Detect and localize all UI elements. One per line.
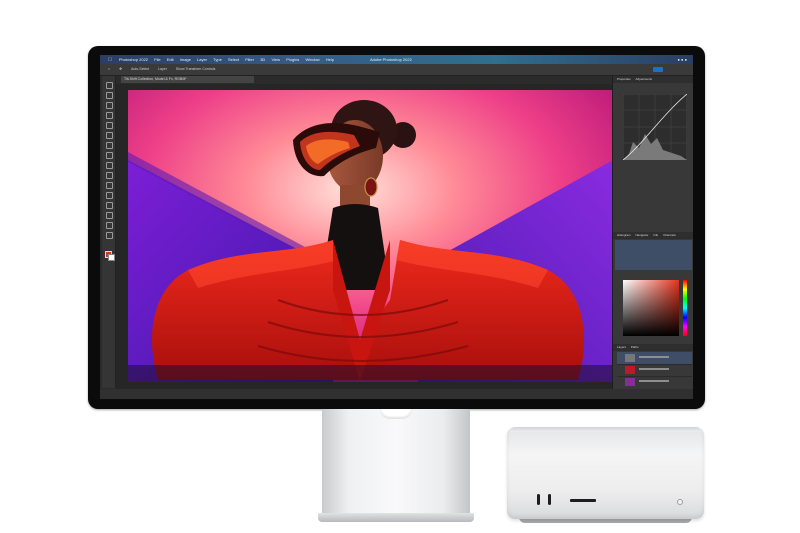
display-stand <box>322 409 470 513</box>
layer-select[interactable]: Layer <box>158 64 167 75</box>
background-color-swatch[interactable] <box>108 254 115 261</box>
home-icon[interactable]: ⌂ <box>108 64 110 75</box>
studio-display:  Photoshop 2022 File Edit Image Layer T… <box>88 46 705 409</box>
right-panels: Properties Adjustments Histogram Navigat… <box>612 76 693 389</box>
path-selection-tool-icon[interactable] <box>106 212 113 219</box>
menu-item-filter[interactable]: Filter <box>245 55 254 64</box>
tab-layers[interactable]: Layers <box>617 344 626 351</box>
menu-item-3d[interactable]: 3D <box>260 55 265 64</box>
layer-thumbnail <box>625 378 635 386</box>
status-icons: ● ● ● <box>677 57 687 62</box>
lasso-tool-icon[interactable] <box>106 102 113 109</box>
crop-tool-icon[interactable] <box>106 112 113 119</box>
move-tool-icon[interactable] <box>106 82 113 89</box>
display-screen:  Photoshop 2022 File Edit Image Layer T… <box>100 55 693 399</box>
photo-canvas <box>128 90 613 382</box>
layer-name <box>639 368 669 370</box>
menu-item-type[interactable]: Type <box>213 55 222 64</box>
document-tab[interactable]: Tilt-Shift Collection, Model & Fx, RGB/8… <box>121 76 254 83</box>
tools-panel <box>102 76 116 388</box>
auto-select-checkbox[interactable]: Auto-Select <box>131 64 149 75</box>
tab-channels[interactable]: Channels <box>663 232 676 239</box>
menu-item-select[interactable]: Select <box>228 55 239 64</box>
healing-tool-icon[interactable] <box>106 132 113 139</box>
mac-studio-top-edge <box>510 427 701 432</box>
menu-item-window[interactable]: Window <box>305 55 319 64</box>
color-picker-field[interactable] <box>623 280 679 336</box>
sd-card-slot <box>570 499 596 502</box>
pen-tool-icon[interactable] <box>106 192 113 199</box>
channels-panel-tabs: Histogram Navigator Info Channels <box>613 232 693 239</box>
layer-thumbnail <box>625 354 635 362</box>
tab-histogram[interactable]: Histogram <box>617 232 631 239</box>
menu-item-image[interactable]: Image <box>180 55 191 64</box>
hand-tool-icon[interactable] <box>106 222 113 229</box>
gradient-tool-icon[interactable] <box>106 172 113 179</box>
menu-item-edit[interactable]: Edit <box>167 55 174 64</box>
layer-row[interactable] <box>617 376 692 386</box>
menu-item-file[interactable]: File <box>154 55 160 64</box>
layer-name <box>639 356 669 358</box>
marquee-tool-icon[interactable] <box>106 92 113 99</box>
usb-c-port <box>548 494 551 505</box>
menu-item-layer[interactable]: Layer <box>197 55 207 64</box>
layers-panel-tabs: Layers Paths <box>613 344 693 351</box>
zoom-tool-icon[interactable] <box>106 232 113 239</box>
options-bar: ⌂ ✥ Auto-Select Layer Show Transform Con… <box>100 64 693 76</box>
status-bar <box>100 389 693 399</box>
move-tool-icon[interactable]: ✥ <box>119 64 122 75</box>
eraser-tool-icon[interactable] <box>106 162 113 169</box>
channels-list[interactable] <box>615 240 692 270</box>
tab-navigator[interactable]: Navigator <box>636 232 649 239</box>
stamp-tool-icon[interactable] <box>106 152 113 159</box>
portrait-photo <box>128 90 613 382</box>
hue-slider[interactable] <box>683 280 687 336</box>
show-transform-controls[interactable]: Show Transform Controls <box>176 64 216 75</box>
curves-graph[interactable] <box>623 94 687 160</box>
layers-list <box>615 352 692 386</box>
canvas-area[interactable] <box>116 84 693 389</box>
stand-base <box>318 513 474 522</box>
tab-paths[interactable]: Paths <box>631 344 639 351</box>
window-title: Adobe Photoshop 2022 <box>370 57 412 62</box>
tab-adjustments[interactable]: Adjustments <box>636 76 653 83</box>
share-button[interactable] <box>653 67 663 72</box>
menu-item-view[interactable]: View <box>271 55 280 64</box>
text-tool-icon[interactable] <box>106 202 113 209</box>
properties-panel-tabs: Properties Adjustments <box>613 76 693 83</box>
mac-studio <box>507 427 704 519</box>
menu-bar:  Photoshop 2022 File Edit Image Layer T… <box>100 55 693 64</box>
usb-c-port <box>537 494 540 505</box>
tab-info[interactable]: Info <box>653 232 658 239</box>
layer-thumbnail <box>625 366 635 374</box>
tab-properties[interactable]: Properties <box>617 76 631 83</box>
menu-app-name[interactable]: Photoshop 2022 <box>119 55 148 64</box>
power-indicator <box>677 499 683 505</box>
menu-item-help[interactable]: Help <box>326 55 334 64</box>
menu-item-plugins[interactable]: Plugins <box>286 55 299 64</box>
brush-tool-icon[interactable] <box>106 142 113 149</box>
stand-cable-cutout <box>380 409 412 419</box>
dodge-tool-icon[interactable] <box>106 182 113 189</box>
eyedropper-tool-icon[interactable] <box>106 122 113 129</box>
layer-name <box>639 380 669 382</box>
